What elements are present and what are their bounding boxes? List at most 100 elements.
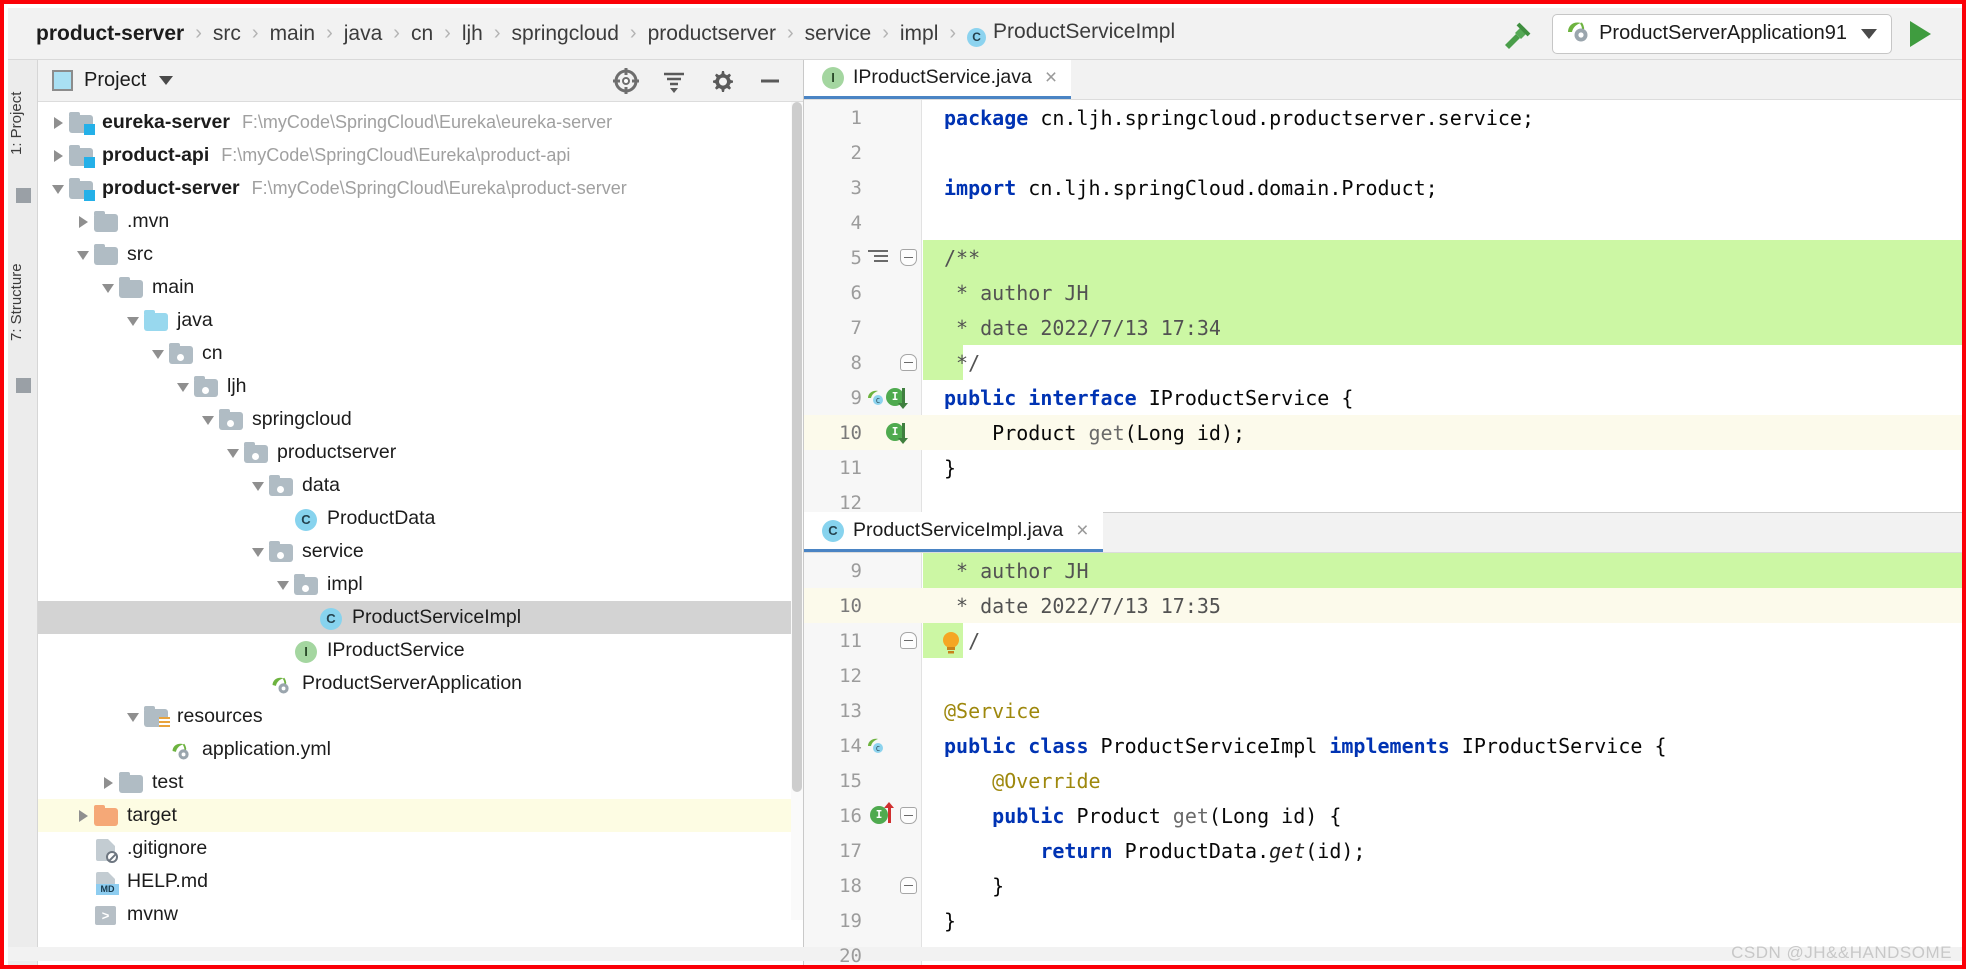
run-toolbar: ProductServerApplication91 (1490, 13, 1962, 55)
breadcrumb-item-java[interactable]: java (344, 22, 383, 46)
code-editor-top[interactable]: 1 package cn.ljh.springcloud.productserve… (804, 100, 1962, 513)
tree-row[interactable]: impl (38, 568, 803, 601)
tab-iproductservice[interactable]: I IProductService.java × (804, 60, 1072, 99)
stripe-button-project[interactable]: 1: Project (8, 68, 38, 178)
code-line[interactable]: 2 (804, 135, 1962, 170)
code-line[interactable]: 15 @Override (804, 763, 1962, 798)
tree-toggle-down-icon[interactable] (75, 246, 93, 264)
code-line[interactable]: 12 (804, 658, 1962, 693)
tree-row-label: src (127, 243, 153, 265)
code-line[interactable]: 14 Cpublic class ProductServiceImpl imple… (804, 728, 1962, 763)
project-scrollbar-thumb[interactable] (792, 102, 802, 792)
tree-row[interactable]: test (38, 766, 803, 799)
code-line[interactable]: 6 * author JH (804, 275, 1962, 310)
minimize-icon[interactable] (755, 66, 785, 96)
code-line[interactable]: 7 * date 2022/7/13 17:34 (804, 310, 1962, 345)
intention-bulb-icon[interactable] (862, 623, 922, 658)
tree-row[interactable]: MD HELP.md (38, 865, 803, 898)
tree-row[interactable]: eureka-server F:\myCode\SpringCloud\Eurek… (38, 106, 803, 139)
tree-row[interactable]: > mvnw (38, 898, 803, 931)
breadcrumb-item-product-server[interactable]: product-server (36, 22, 184, 46)
tree-row[interactable]: C ProductData (38, 502, 803, 535)
code-line[interactable]: 18 } (804, 868, 1962, 903)
breadcrumb-item-productserver[interactable]: productserver (648, 22, 776, 46)
tree-row[interactable]: main (38, 271, 803, 304)
code-line[interactable]: 19} (804, 903, 1962, 938)
breadcrumb-item-service[interactable]: service (805, 22, 872, 46)
code-line[interactable]: 16 I public Product get(Long id) { (804, 798, 1962, 833)
tree-toggle-right-icon[interactable] (50, 147, 68, 165)
close-icon[interactable]: × (1045, 66, 1057, 90)
tree-row[interactable]: product-api F:\myCode\SpringCloud\Eureka\… (38, 139, 803, 172)
breadcrumb-item-springcloud[interactable]: springcloud (512, 22, 619, 46)
locate-target-icon[interactable] (611, 66, 641, 96)
code-line[interactable]: 12 (804, 485, 1962, 513)
chevron-down-icon[interactable] (159, 76, 174, 85)
tab-productserviceimpl[interactable]: C ProductServiceImpl.java × (804, 512, 1103, 552)
code-line[interactable]: 4 (804, 205, 1962, 240)
settings-gear-icon[interactable] (707, 66, 737, 96)
stripe-button-structure[interactable]: 7: Structure (8, 242, 38, 362)
tree-toggle-right-icon[interactable] (75, 213, 93, 231)
breadcrumb-separator: › (444, 22, 451, 44)
tree-row[interactable]: data (38, 469, 803, 502)
tree-row[interactable]: .gitignore (38, 832, 803, 865)
tree-toggle-down-icon[interactable] (50, 180, 68, 198)
tree-row[interactable]: ProductServerApplication (38, 667, 803, 700)
code-line[interactable]: 1 package cn.ljh.springcloud.productserve… (804, 100, 1962, 135)
tree-row[interactable]: springcloud (38, 403, 803, 436)
breadcrumb-item-impl[interactable]: impl (900, 22, 939, 46)
tree-row[interactable]: ljh (38, 370, 803, 403)
code-line[interactable]: 9 C Ipublic interface IProductService { (804, 380, 1962, 415)
tree-toggle-right-icon[interactable] (100, 774, 118, 792)
tree-row[interactable]: cn (38, 337, 803, 370)
tree-row[interactable]: .mvn (38, 205, 803, 238)
tree-row[interactable]: application.yml (38, 733, 803, 766)
tree-row[interactable]: C ProductServiceImpl (38, 601, 803, 634)
breadcrumb-item-ljh[interactable]: ljh (462, 22, 483, 46)
tree-toggle-right-icon[interactable] (50, 114, 68, 132)
tree-row[interactable]: I IProductService (38, 634, 803, 667)
code-line[interactable]: 13 @Service (804, 693, 1962, 728)
code-editor-bottom[interactable]: 9 * author JH 10 * date 2022/7/13 17:35 11… (804, 553, 1962, 965)
tree-toggle-down-icon[interactable] (125, 708, 143, 726)
tree-toggle-down-icon[interactable] (250, 477, 268, 495)
run-button[interactable] (1892, 13, 1948, 55)
tree-toggle-down-icon[interactable] (275, 576, 293, 594)
code-line[interactable]: 11} (804, 450, 1962, 485)
code-line[interactable]: 11 / (804, 623, 1962, 658)
tree-row[interactable]: java (38, 304, 803, 337)
tree-toggle-down-icon[interactable] (175, 378, 193, 396)
tree-row[interactable]: product-server F:\myCode\SpringCloud\Eure… (38, 172, 803, 205)
tree-row[interactable]: target (38, 799, 803, 832)
tree-toggle-down-icon[interactable] (200, 411, 218, 429)
breadcrumb-item-cn[interactable]: cn (411, 22, 433, 46)
tree-toggle-down-icon[interactable] (225, 444, 243, 462)
tree-row[interactable]: service (38, 535, 803, 568)
code-line[interactable]: 17 return ProductData.get(id); (804, 833, 1962, 868)
tree-toggle-down-icon[interactable] (150, 345, 168, 363)
build-hammer-icon[interactable] (1490, 14, 1542, 54)
code-line[interactable]: 5 /** (804, 240, 1962, 275)
chevron-down-icon[interactable] (1861, 28, 1877, 39)
collapse-all-icon[interactable] (659, 66, 689, 96)
breadcrumb-item-src[interactable]: src (213, 22, 241, 46)
tree-row[interactable]: src (38, 238, 803, 271)
tree-toggle-down-icon[interactable] (100, 279, 118, 297)
breadcrumb-item-main[interactable]: main (270, 22, 316, 46)
breadcrumb-item-productserviceimpl[interactable]: C ProductServiceImpl (967, 20, 1175, 47)
code-line[interactable]: 10 * date 2022/7/13 17:35 (804, 588, 1962, 623)
code-line[interactable]: 3 import cn.ljh.springCloud.domain.Produc… (804, 170, 1962, 205)
tree-toggle-right-icon[interactable] (75, 807, 93, 825)
code-line[interactable]: 9 * author JH (804, 553, 1962, 588)
code-line[interactable]: 10 I Product get(Long id); (804, 415, 1962, 450)
tree-toggle-down-icon[interactable] (125, 312, 143, 330)
project-scrollbar[interactable] (791, 102, 803, 920)
intention-bulb-icon[interactable] (940, 631, 962, 657)
tree-toggle-down-icon[interactable] (250, 543, 268, 561)
tree-row[interactable]: resources (38, 700, 803, 733)
tree-row[interactable]: productserver (38, 436, 803, 469)
run-configuration-selector[interactable]: ProductServerApplication91 (1552, 13, 1892, 54)
close-icon[interactable]: × (1076, 519, 1088, 543)
code-line[interactable]: 8 */ (804, 345, 1962, 380)
